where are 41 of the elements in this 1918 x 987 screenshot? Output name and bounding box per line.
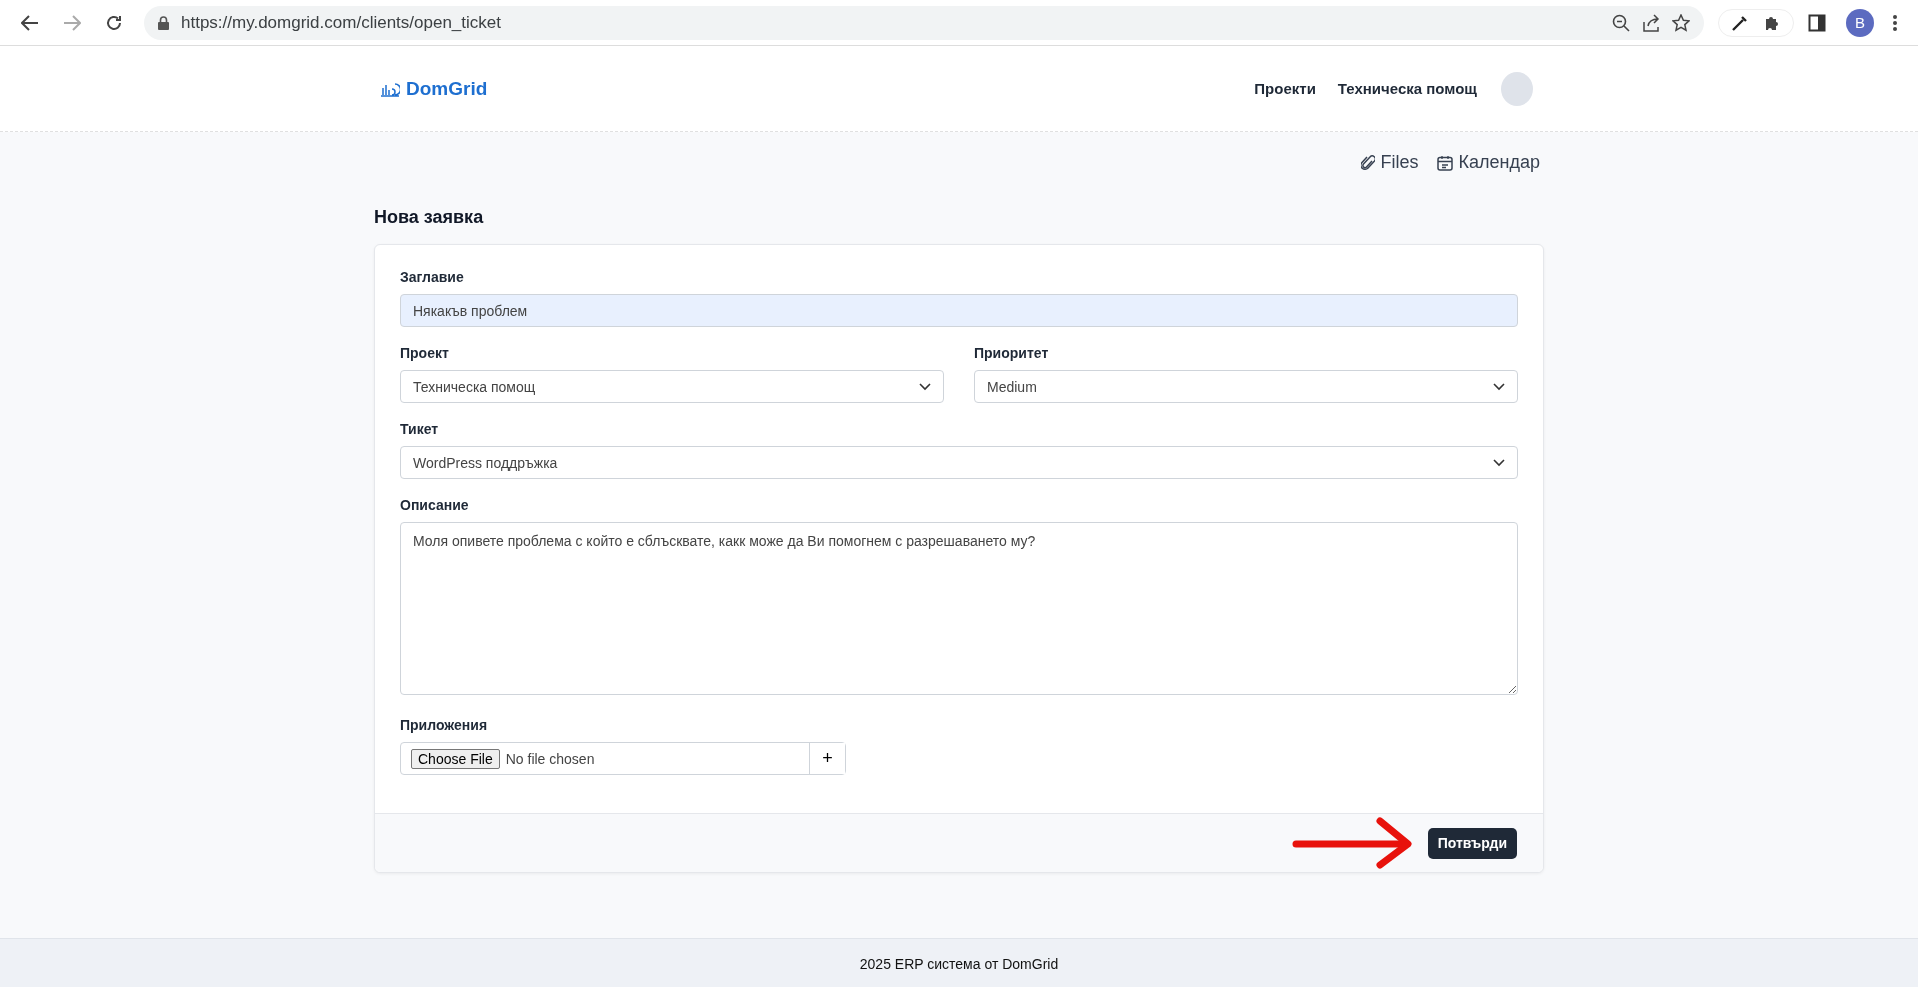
chevron-down-icon — [1493, 458, 1505, 467]
field-label: Заглавие — [400, 269, 465, 285]
share-icon[interactable] — [1642, 13, 1660, 32]
nav-link[interactable]: Техническа помощ — [1337, 80, 1477, 97]
field-label: Приоритет — [974, 345, 1050, 361]
toolbar-link[interactable]: Files — [1360, 152, 1419, 173]
zoom-out-icon[interactable] — [1612, 13, 1630, 32]
ticket-select[interactable]: WordPress поддръжка — [400, 446, 1518, 479]
back-arrow-icon[interactable] — [21, 14, 39, 31]
field-label: Проект — [400, 345, 450, 361]
calendar-icon — [1436, 154, 1453, 171]
choose-file-button[interactable]: Choose File — [411, 748, 500, 769]
paperclip-icon — [1360, 153, 1375, 172]
project-select[interactable]: Техническа помощ — [400, 370, 944, 403]
priority-select[interactable]: Medium — [974, 370, 1518, 403]
file-status: No file chosen — [505, 750, 596, 767]
page-title: Нова заявка — [374, 207, 485, 228]
star-icon[interactable] — [1672, 13, 1690, 32]
menu-icon[interactable] — [1892, 13, 1898, 32]
field-label: Тикет — [400, 421, 440, 437]
address-bar[interactable]: https://my.domgrid.com/clients/open_ticket — [144, 5, 1704, 40]
add-file-button[interactable]: + — [809, 743, 845, 774]
footer-text: 2025 ERP система от DomGrid — [859, 956, 1059, 972]
logo-icon — [380, 80, 400, 97]
title-input[interactable]: Някакъв проблем — [400, 294, 1518, 327]
file-input[interactable]: Choose File No file chosen + — [400, 742, 846, 775]
chevron-down-icon — [919, 382, 931, 391]
profile-avatar[interactable]: B — [1846, 8, 1874, 37]
brand-name[interactable]: DomGrid — [406, 77, 488, 100]
nav-link[interactable]: Проекти — [1254, 80, 1316, 97]
lock-icon — [158, 15, 169, 30]
field-label: Приложения — [400, 717, 489, 733]
eyedropper-icon[interactable] — [1731, 13, 1749, 32]
field-label: Описание — [400, 497, 470, 513]
description-textarea[interactable]: Моля опивете проблема с който е сблъсквате, какк може да Ви помогнем с разрешаването му? — [400, 522, 1518, 695]
side-panel-icon[interactable] — [1808, 13, 1826, 32]
toolbar-link[interactable]: Календар — [1436, 152, 1540, 173]
url-text: https://my.domgrid.com/clients/open_ticket — [181, 12, 501, 33]
submit-button[interactable]: Потвърди — [1427, 827, 1517, 859]
chevron-down-icon — [1493, 382, 1505, 391]
reload-icon[interactable] — [105, 13, 123, 32]
